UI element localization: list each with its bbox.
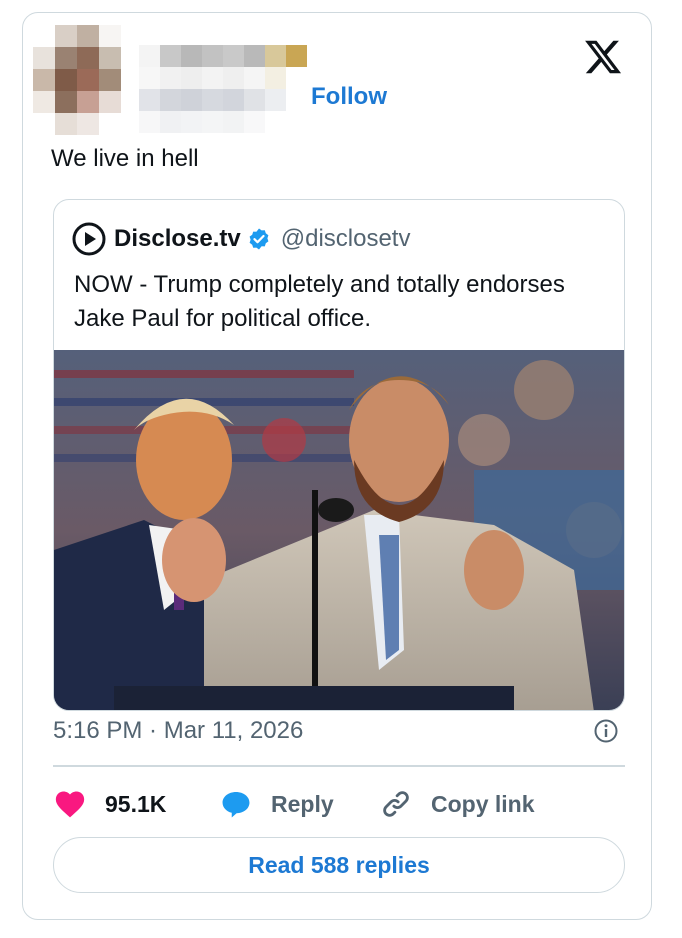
embedded-tweet-card: Follow We live in hell Disclose.tv @disc… [22,12,652,920]
like-button[interactable]: 95.1K [53,787,166,821]
play-circle-icon [72,222,106,256]
quoted-tweet-photo[interactable] [54,350,625,711]
x-logo-icon[interactable] [583,37,623,77]
like-count: 95.1K [105,790,167,817]
copy-link-label: Copy link [431,790,535,817]
heart-icon [55,791,85,818]
quoted-tweet-header: Disclose.tv @disclosetv [72,222,410,256]
author-name-obscured[interactable] [139,45,309,133]
read-replies-button[interactable]: Read 588 replies [53,837,625,893]
avatar[interactable] [33,25,121,135]
divider [53,765,625,767]
speech-bubble-icon [222,791,250,818]
reply-button[interactable]: Reply [219,787,334,821]
quoted-tweet-text: NOW - Trump completely and totally endor… [74,271,565,332]
quoted-author-handle[interactable]: @disclosetv [281,225,411,253]
reply-label: Reply [271,790,334,817]
quoted-tweet[interactable]: Disclose.tv @disclosetv NOW - Trump comp… [53,199,625,711]
tweet-text: We live in hell [51,145,199,172]
link-icon [383,791,409,817]
copy-link-button[interactable]: Copy link [379,787,535,821]
info-icon[interactable] [593,718,619,744]
quoted-author-name[interactable]: Disclose.tv [114,225,241,253]
follow-button[interactable]: Follow [311,83,387,111]
tweet-timestamp[interactable]: 5:16 PM · Mar 11, 2026 [53,717,303,745]
verified-badge-icon [249,228,269,250]
